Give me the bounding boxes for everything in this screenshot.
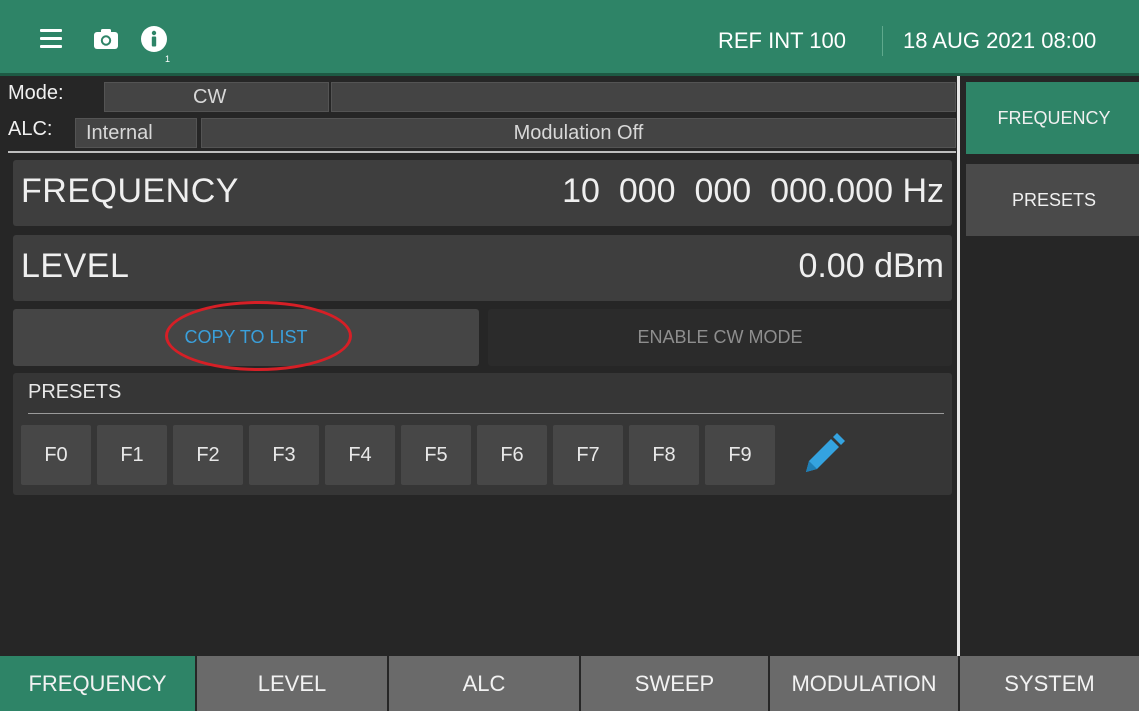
level-unit: dBm (874, 247, 944, 285)
level-row[interactable]: LEVEL 0.00 dBm (13, 235, 952, 301)
preset-button-f6[interactable]: F6 (477, 425, 547, 485)
info-icon[interactable] (138, 22, 170, 56)
bottom-tab-bar: FREQUENCY LEVEL ALC SWEEP MODULATION SYS… (0, 656, 1139, 711)
alc-label: ALC: (8, 118, 53, 140)
top-bar: 1 REF INT 100 18 AUG 2021 08:00 (0, 0, 1139, 76)
tab-level[interactable]: LEVEL (197, 656, 389, 711)
preset-button-f7[interactable]: F7 (553, 425, 623, 485)
side-item-frequency[interactable]: FREQUENCY (966, 82, 1139, 154)
preset-button-f5[interactable]: F5 (401, 425, 471, 485)
app-frame: 1 REF INT 100 18 AUG 2021 08:00 Mode: CW… (0, 0, 1139, 711)
presets-divider (28, 413, 944, 414)
info-badge: 1 (165, 54, 171, 64)
frequency-row[interactable]: FREQUENCY 10 000 000 000.000 Hz (13, 160, 952, 226)
presets-panel: PRESETS F0 F1 F2 F3 F4 F5 F6 F7 F8 F9 (13, 373, 952, 495)
side-item-presets[interactable]: PRESETS (966, 164, 1139, 236)
preset-button-f9[interactable]: F9 (705, 425, 775, 485)
tab-modulation[interactable]: MODULATION (770, 656, 960, 711)
alc-value[interactable]: Internal (75, 118, 197, 148)
preset-button-f8[interactable]: F8 (629, 425, 699, 485)
frequency-unit: Hz (902, 172, 944, 210)
level-label: LEVEL (21, 247, 130, 285)
mode-value[interactable]: CW (104, 82, 329, 112)
enable-cw-mode-button[interactable]: ENABLE CW MODE (488, 309, 952, 366)
presets-title: PRESETS (28, 381, 122, 403)
alc-row: ALC: Internal Modulation Off (8, 114, 957, 148)
level-value-group: 0.00 dBm (798, 247, 944, 286)
preset-button-f3[interactable]: F3 (249, 425, 319, 485)
pencil-icon[interactable] (799, 431, 847, 479)
modulation-status[interactable]: Modulation Off (201, 118, 956, 148)
date-time: 18 AUG 2021 08:00 (903, 28, 1097, 53)
topbar-divider (882, 26, 883, 56)
preset-button-f4[interactable]: F4 (325, 425, 395, 485)
preset-button-f0[interactable]: F0 (21, 425, 91, 485)
mode-info-box (331, 82, 956, 112)
tab-sweep[interactable]: SWEEP (581, 656, 770, 711)
preset-button-f1[interactable]: F1 (97, 425, 167, 485)
mode-label: Mode: (8, 82, 64, 104)
reference-status: REF INT 100 (718, 28, 846, 53)
frequency-label: FREQUENCY (21, 172, 239, 210)
side-menu: FREQUENCY PRESETS (957, 76, 1139, 656)
main-panel: Mode: CW ALC: Internal Modulation Off FR… (8, 78, 957, 656)
highlight-circle (165, 301, 352, 371)
tab-frequency[interactable]: FREQUENCY (0, 656, 197, 711)
frequency-value-group: 10 000 000 000.000 Hz (562, 172, 944, 211)
tab-system[interactable]: SYSTEM (960, 656, 1139, 711)
camera-icon[interactable] (90, 22, 122, 56)
level-value: 0.00 (798, 247, 865, 285)
mode-row: Mode: CW (8, 78, 957, 112)
frequency-value: 10 000 000 000.000 (562, 172, 893, 210)
status-divider (8, 151, 956, 153)
tab-alc[interactable]: ALC (389, 656, 581, 711)
menu-icon[interactable] (38, 22, 70, 56)
preset-button-f2[interactable]: F2 (173, 425, 243, 485)
